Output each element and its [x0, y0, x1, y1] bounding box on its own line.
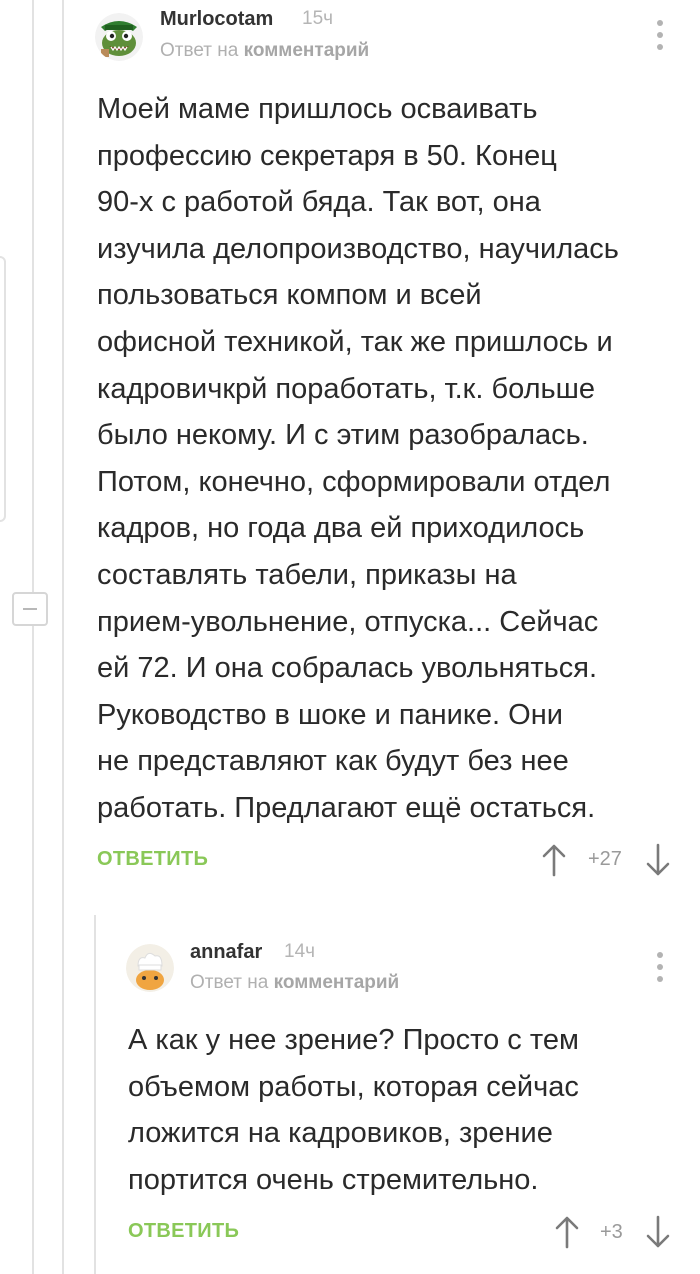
- reply-to-link[interactable]: комментарий: [274, 972, 400, 993]
- more-vertical-icon[interactable]: [650, 16, 670, 56]
- reply-to-line: Ответ на комментарий: [160, 40, 369, 62]
- comment: Murlocotam 15ч Ответ на комментарий Моей…: [0, 0, 700, 900]
- reply-button[interactable]: ОТВЕТИТЬ: [97, 848, 208, 871]
- arrow-down-icon[interactable]: [644, 1215, 672, 1249]
- more-vertical-icon[interactable]: [650, 948, 670, 988]
- reply-to-prefix: Ответ на: [160, 40, 239, 61]
- comment-time: 15ч: [302, 8, 334, 29]
- murloc-avatar[interactable]: [95, 13, 143, 61]
- comment-score: +27: [588, 848, 622, 870]
- reply-to-link[interactable]: комментарий: [244, 40, 370, 61]
- comment-author[interactable]: Murlocotam: [160, 8, 273, 31]
- comment-score: +3: [600, 1221, 623, 1243]
- comment-time: 14ч: [284, 941, 316, 962]
- arrow-up-icon[interactable]: [540, 843, 568, 877]
- comment-text: Моей маме пришлось осваивать профессию с…: [97, 93, 619, 824]
- reply-to-line: Ответ на комментарий: [190, 972, 399, 994]
- reply-to-prefix: Ответ на: [190, 972, 269, 993]
- arrow-up-icon[interactable]: [553, 1215, 581, 1249]
- arrow-down-icon[interactable]: [644, 843, 672, 877]
- comment-author[interactable]: annafar: [190, 941, 262, 964]
- comment-text: А как у нее зрение? Просто с тем объемом…: [128, 1024, 579, 1196]
- chef-avatar[interactable]: [126, 944, 174, 992]
- reply-button[interactable]: ОТВЕТИТЬ: [128, 1220, 239, 1243]
